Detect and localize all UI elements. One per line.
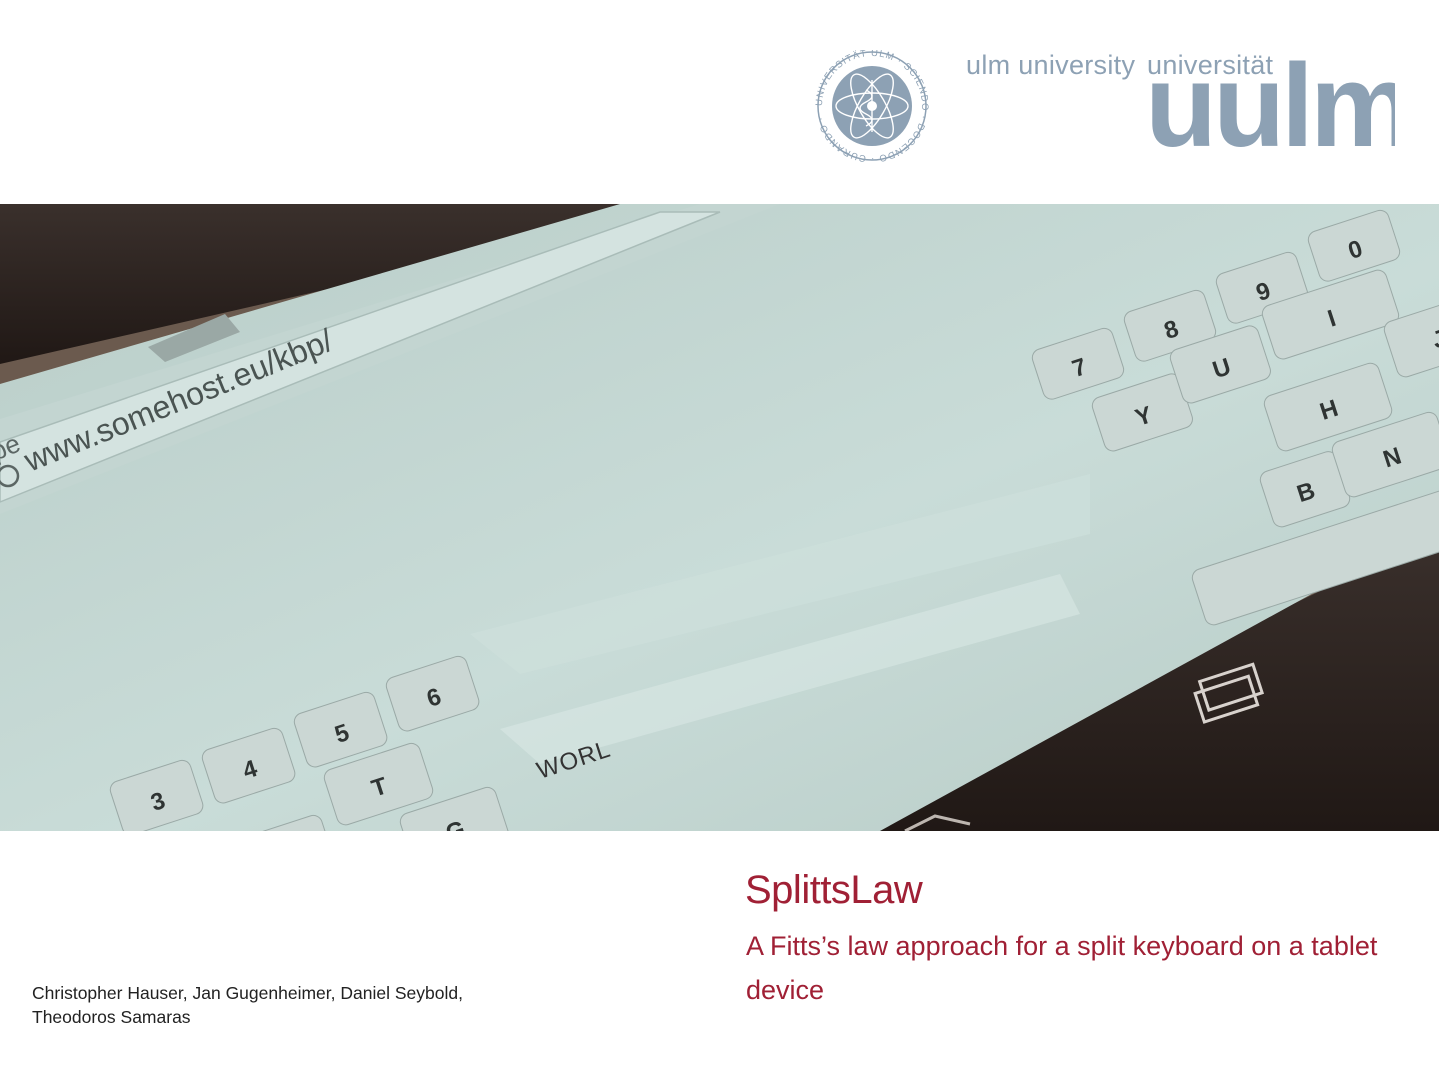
slide-subtitle: A Fitts’s law approach for a split keybo…: [746, 931, 1378, 1005]
slide-title: SplittsLaw: [745, 868, 923, 912]
header: UNIVERSITÄT ULM · SCIENDO · DOCENDO · CU…: [0, 0, 1439, 204]
logo-text-english: ulm university: [966, 50, 1136, 80]
university-seal-icon: UNIVERSITÄT ULM · SCIENDO · DOCENDO · CU…: [814, 50, 929, 162]
uulm-wordmark-logo: uulm: [1145, 54, 1395, 154]
author-list: Christopher Hauser, Jan Gugenheimer, Dan…: [32, 983, 463, 1027]
tablet-photo: ype www.somehost.eu/kbp/ WORL 3 4 5 6 T …: [0, 204, 1439, 831]
tablet-photo-illustration: ype www.somehost.eu/kbp/ WORL 3 4 5 6 T …: [0, 204, 1439, 831]
svg-text:uulm: uulm: [1145, 54, 1395, 154]
